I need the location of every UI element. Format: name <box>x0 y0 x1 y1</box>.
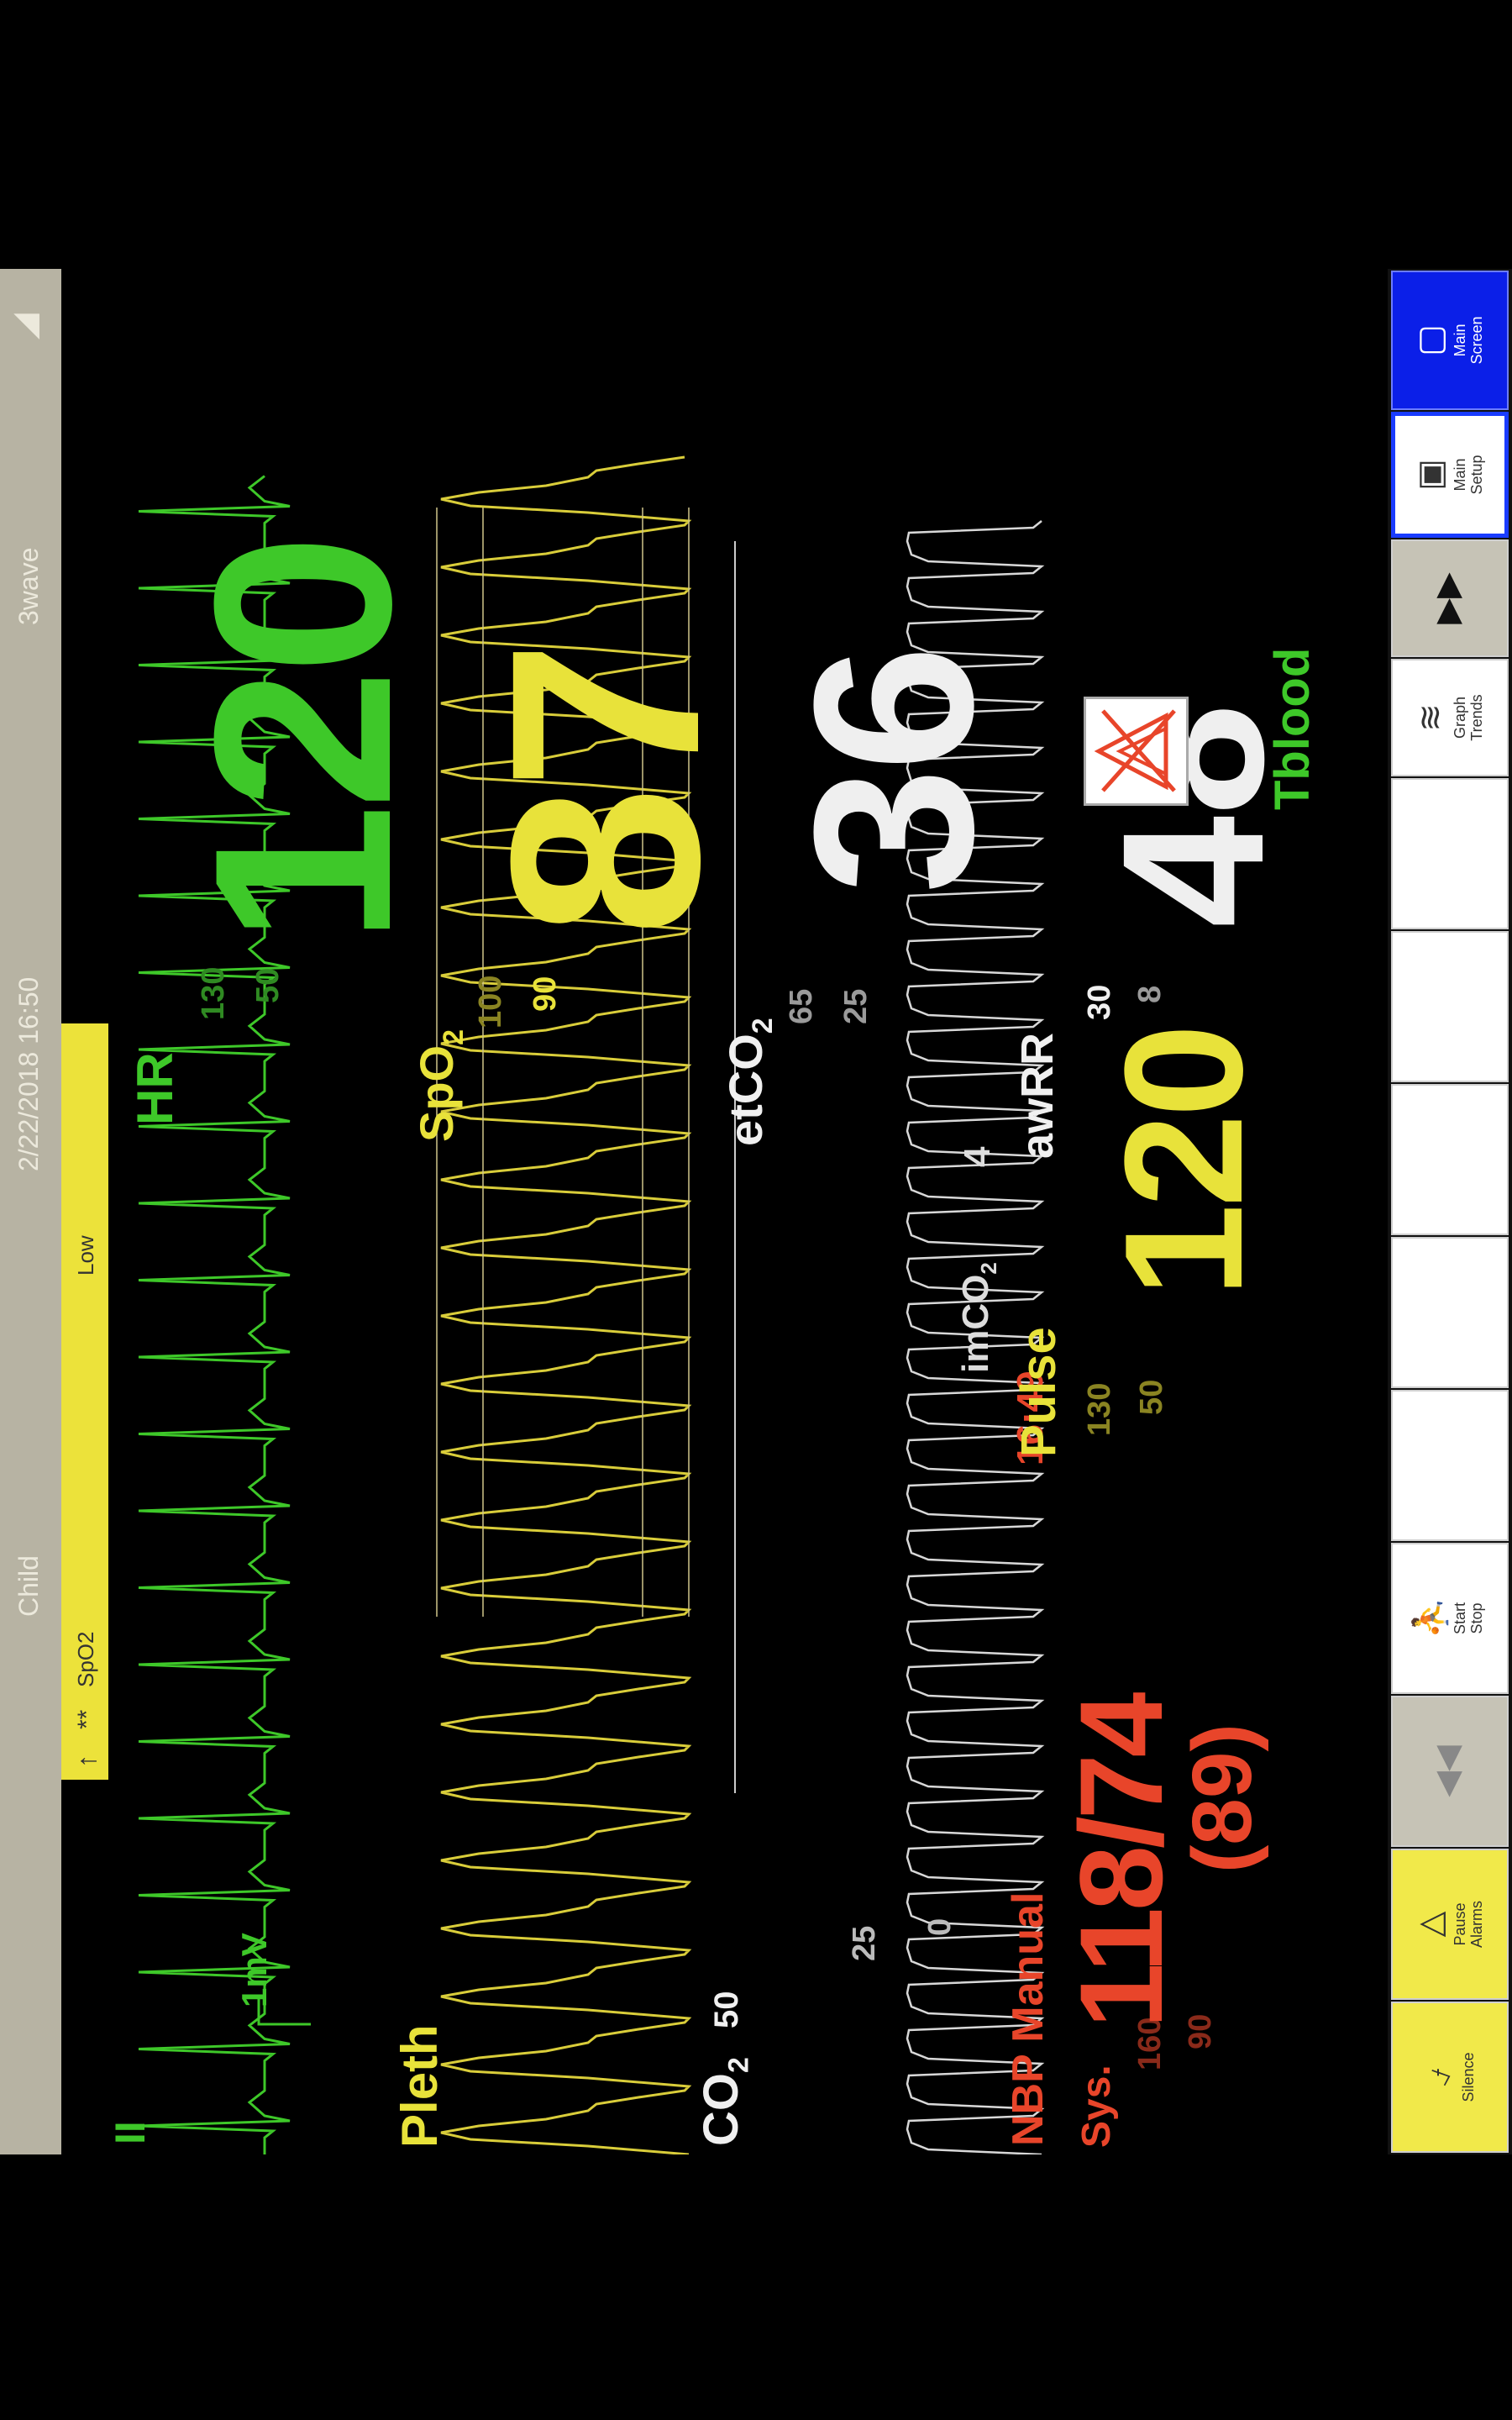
empty-softkey-3[interactable] <box>1391 1084 1509 1235</box>
spo2-limit-high: 100 <box>473 975 508 1028</box>
awrr-limit-high: 30 <box>1082 984 1117 1020</box>
spo2-limit-low: 90 <box>528 976 563 1012</box>
softkey-bar: ⍻ Silence △ Pause Alarms ◀◀ ⛹ Start Stop… <box>1388 269 1512 2154</box>
main-screen-icon: ▢ <box>1412 324 1450 356</box>
pulse-label: Pulse <box>1011 1327 1066 1457</box>
spo2-label: SpO2 <box>410 1028 470 1142</box>
pulse-limit-high: 130 <box>1082 1382 1117 1436</box>
silence-button[interactable]: ⍻ Silence <box>1391 2002 1509 2153</box>
page-back-button[interactable]: ◀◀ <box>1391 1696 1509 1847</box>
empty-softkey-4[interactable] <box>1391 931 1509 1082</box>
hr-limit-low: 50 <box>250 967 286 1003</box>
pulse-value[interactable]: 120 <box>1090 1027 1278 1297</box>
pulse-limit-low: 50 <box>1134 1379 1169 1415</box>
co2-scale-50: 50 <box>708 1991 745 2029</box>
co2-scale-0: 0 <box>922 1918 958 1936</box>
co2-scale-25: 25 <box>847 1925 882 1961</box>
etco2-limit-high: 65 <box>784 988 819 1024</box>
main-setup-button[interactable]: ▣ Main Setup <box>1391 412 1509 538</box>
main-screen-button[interactable]: ▢ Main Screen <box>1391 271 1509 410</box>
hr-label: HR <box>127 1052 183 1125</box>
awrr-limit-low: 8 <box>1132 985 1168 1003</box>
graph-trends-icon: ≋ <box>1412 703 1450 732</box>
start-stop-icon: ⛹ <box>1412 1597 1450 1639</box>
nbp-sys-label: Sys. <box>1074 2065 1119 2148</box>
ecg-lead-label[interactable]: II <box>107 2121 154 2144</box>
empty-softkey-2[interactable] <box>1391 1237 1509 1388</box>
pleth-label[interactable]: Pleth <box>391 2024 448 2148</box>
silence-icon: ⍻ <box>1420 2068 1458 2086</box>
empty-softkey-5[interactable] <box>1391 778 1509 929</box>
tblood-label[interactable]: Tblood <box>1265 648 1320 810</box>
graph-trends-button[interactable]: ≋ Graph Trends <box>1391 659 1509 776</box>
etco2-label: etCO2 <box>719 1018 780 1146</box>
nbp-sys-limit-low: 90 <box>1183 2013 1218 2049</box>
imco2-value: 4 <box>957 1146 998 1167</box>
imco2-label: imCO2 <box>955 1262 1001 1373</box>
empty-softkey-1[interactable] <box>1391 1390 1509 1541</box>
monitor-display: Child 2/22/2018 16:50 3wave ◢ ↑ ** SpO2 … <box>0 269 1512 2154</box>
co2-label[interactable]: CO2 <box>694 2057 755 2146</box>
start-stop-button[interactable]: ⛹ Start Stop <box>1391 1543 1509 1694</box>
etco2-limit-low: 25 <box>838 988 874 1024</box>
hr-value[interactable]: 120 <box>161 539 444 944</box>
page-back-icon: ◀◀ <box>1429 1745 1466 1797</box>
hr-limit-high: 130 <box>196 966 231 1020</box>
ecg-scale-label: 1mV <box>234 1933 274 2007</box>
alarm-off-icon <box>1084 697 1189 806</box>
page-forward-button[interactable]: ▶▶ <box>1391 539 1509 657</box>
monitor-screen: Child 2/22/2018 16:50 3wave ◢ ↑ ** SpO2 … <box>0 269 1512 2154</box>
pause-alarms-button[interactable]: △ Pause Alarms <box>1391 1849 1509 2000</box>
awrr-label: awRR <box>1012 1032 1063 1159</box>
etco2-value[interactable]: 36 <box>768 649 1021 894</box>
pause-alarms-icon: △ <box>1412 1911 1450 1938</box>
page-forward-icon: ▶▶ <box>1429 572 1466 624</box>
nbp-value[interactable]: 118/74 <box>1055 1696 1187 2028</box>
nbp-mean: (89) <box>1175 1723 1269 1873</box>
spo2-value[interactable]: 87 <box>454 644 755 936</box>
nbp-label[interactable]: NBP Manual <box>1004 1892 1053 2146</box>
main-setup-icon: ▣ <box>1412 459 1450 491</box>
